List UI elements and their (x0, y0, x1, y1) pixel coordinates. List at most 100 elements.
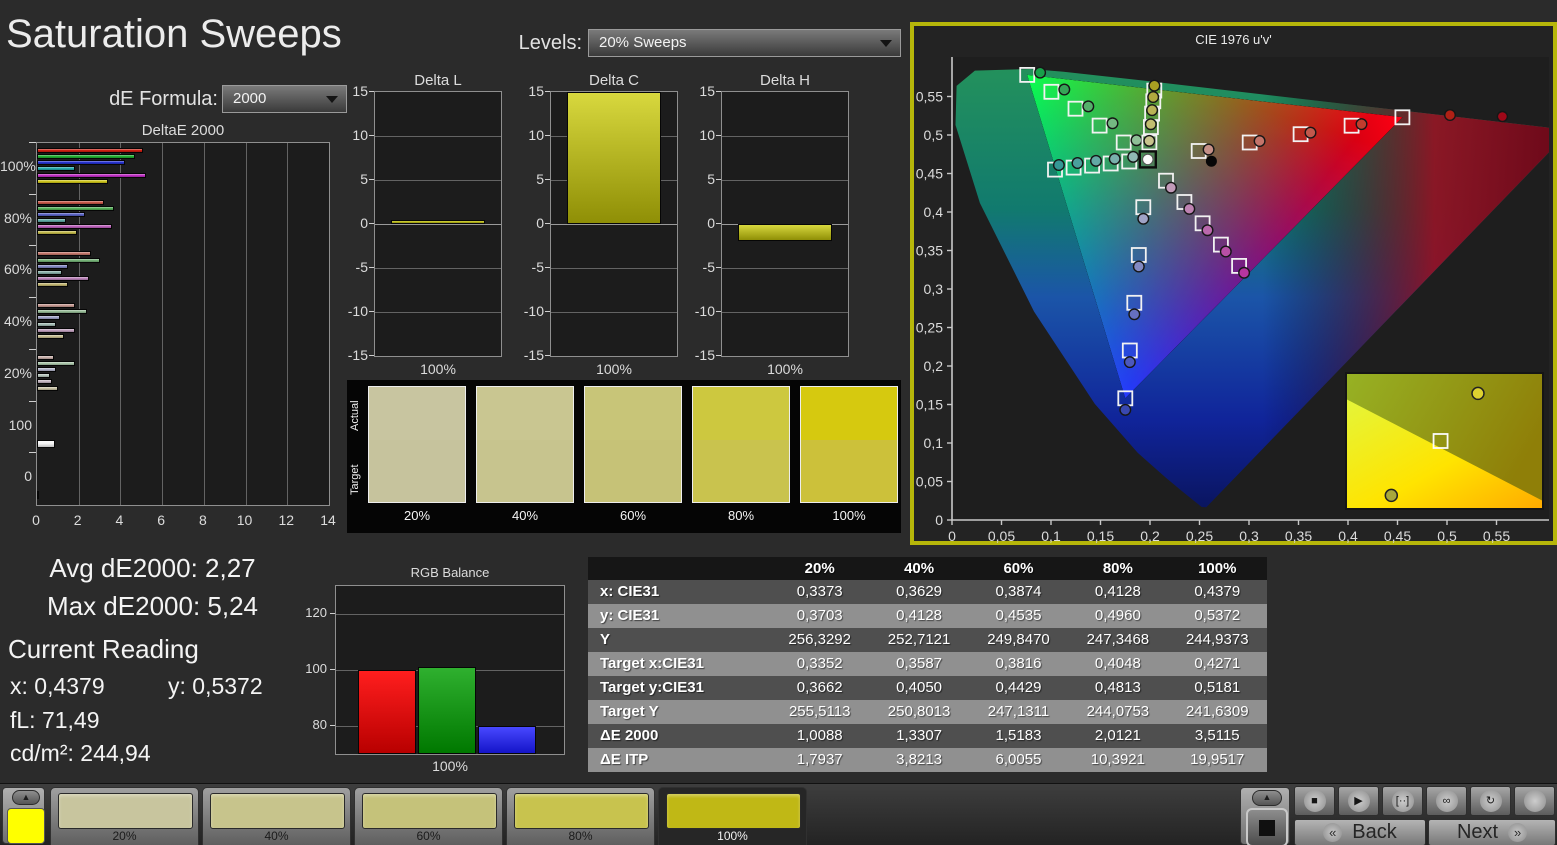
table-header-row: 20%40%60%80%100% (588, 557, 1267, 580)
level-swatch-button-60%[interactable]: 60% (354, 787, 503, 845)
deltae-bar-green (37, 154, 135, 159)
table-cell-value: 247,3468 (1068, 628, 1167, 652)
cie-measured-circle-magenta (1166, 182, 1177, 193)
delta-y-tick-label: 0 (687, 215, 715, 231)
cie-measured-circle-magenta (1184, 204, 1195, 215)
table-header-cell: 80% (1068, 557, 1167, 580)
table-cell-value: 0,3816 (969, 652, 1068, 676)
deltae-x-tick-label: 10 (230, 512, 260, 528)
back-button[interactable]: « Back (1294, 819, 1426, 845)
table-cell-value: 256,3292 (770, 628, 869, 652)
compare-swatch-100% (800, 386, 898, 503)
record-icon (1524, 790, 1546, 812)
table-row-label: ΔE ITP (588, 748, 770, 772)
current-fl-value: fL: 71,49 (10, 707, 100, 734)
cie-x-tick-label: 0,55 (1483, 528, 1510, 544)
deltae-bar-magenta (37, 328, 75, 333)
table-cell-value: 0,4379 (1168, 580, 1267, 604)
record-button[interactable] (1514, 786, 1555, 816)
series-button[interactable]: [··] (1382, 786, 1423, 816)
compare-swatch-80% (692, 386, 790, 503)
level-swatch-button-100%[interactable]: 100% (658, 787, 807, 845)
level-swatch-button-20%[interactable]: 20% (50, 787, 199, 845)
deltae-bar-red (37, 200, 104, 205)
cie-measured-circle-yellow (1146, 119, 1157, 130)
continuous-button[interactable]: ∞ (1426, 786, 1467, 816)
refresh-button[interactable]: ↻ (1470, 786, 1511, 816)
delta-gridline (375, 180, 501, 181)
level-swatch-chip (58, 793, 193, 829)
table-cell-value: 0,5181 (1168, 676, 1267, 700)
level-swatch-button-80%[interactable]: 80% (506, 787, 655, 845)
next-button[interactable]: Next » (1428, 819, 1556, 845)
level-swatch-chip (210, 793, 345, 829)
actual-swatch (585, 387, 681, 440)
table-header-cell: 100% (1168, 557, 1267, 580)
target-swatch (477, 440, 573, 502)
cie-y-tick-label: 0,05 (916, 474, 943, 490)
level-swatch-label: 80% (507, 829, 654, 843)
delta-y-tick-label: 0 (340, 215, 368, 231)
delta-axis-tick (716, 179, 721, 180)
delta-x-label: 100% (721, 361, 849, 377)
deltae-x-tick-label: 8 (188, 512, 218, 528)
cie-y-tick-label: 0,55 (916, 89, 943, 105)
collapse-left-button[interactable]: ▲ (12, 790, 40, 805)
table-cell-value: 249,8470 (969, 628, 1068, 652)
cie-measured-circle-red (1445, 110, 1456, 121)
max-de-value: Max dE2000: 5,24 (0, 591, 305, 622)
levels-dropdown[interactable]: 20% Sweeps (588, 29, 901, 57)
patch-indicator-panel: ▲ (2, 787, 45, 844)
cie-measured-circle-cyan (1054, 160, 1065, 171)
table-cell-value: 0,4128 (1068, 580, 1167, 604)
cie-measured-circle-magenta (1239, 268, 1250, 279)
actual-swatch (801, 387, 897, 440)
target-swatch (693, 440, 789, 502)
deltae-gridline (79, 143, 80, 505)
cie-measured-circle-green (1107, 118, 1118, 129)
cie-measured-circle-green (1059, 84, 1070, 95)
cie-zoom-inset (1346, 373, 1543, 509)
cie-y-tick-label: 0,25 (916, 320, 943, 336)
delta-chart-plot-delta_c (550, 91, 678, 357)
table-cell-value: 0,3373 (770, 580, 869, 604)
level-swatch-button-40%[interactable]: 40% (202, 787, 351, 845)
collapse-right-button[interactable]: ▲ (1252, 790, 1282, 806)
table-row: Y256,3292252,7121249,8470247,3468244,937… (588, 628, 1267, 652)
table-row: x: CIE310,33730,36290,38740,41280,4379 (588, 580, 1267, 604)
deltae-x-tick-label: 12 (271, 512, 301, 528)
cie-measured-circle-cyan (1091, 156, 1102, 167)
cie-measured-circle-yellow (1148, 92, 1159, 103)
level-swatch-chip (666, 793, 801, 829)
cie-y-tick-label: 0,1 (924, 435, 944, 451)
stop-measure-button[interactable] (1246, 808, 1288, 845)
meter-control-panel: ▲ (1240, 787, 1290, 845)
cie-x-tick-label: 0,5 (1437, 528, 1457, 544)
compare-swatch-40% (476, 386, 574, 503)
deltae-bar-blue (37, 264, 68, 269)
cie-measured-circle-yellow (1149, 80, 1160, 91)
stop-button[interactable]: ■ (1294, 786, 1335, 816)
delta-chart-title: Delta L (374, 72, 502, 89)
cie-y-tick-label: 0,45 (916, 166, 943, 182)
level-swatch-label: 20% (51, 829, 198, 843)
cie-y-tick-label: 0,35 (916, 243, 943, 259)
cie-x-tick-label: 0,4 (1338, 528, 1358, 544)
table-cell-value: 244,0753 (1068, 700, 1167, 724)
cie-measured-circle-cyan (1109, 154, 1120, 165)
cie-measured-circle-blue (1134, 261, 1145, 272)
deltae-bar-blue (37, 367, 56, 372)
rgb-axis-tick (330, 613, 335, 614)
current-cdm2-value: cd/m²: 244,94 (10, 740, 151, 767)
deltae-bar-cyan (37, 218, 66, 223)
table-cell-value: 247,1311 (969, 700, 1068, 724)
table-cell-value: 0,5372 (1168, 604, 1267, 628)
deltae-axis-tick (29, 297, 36, 298)
delta-chart-title: Delta H (721, 72, 849, 89)
cie-measured-circle-red (1203, 144, 1214, 155)
table-cell-value: 3,5115 (1168, 724, 1267, 748)
delta-chart-plot-delta_h (721, 91, 849, 357)
cie-measured-circle-green (1131, 135, 1142, 146)
play-button[interactable]: ▶ (1338, 786, 1379, 816)
delta-chart-plot-delta_l (374, 91, 502, 357)
